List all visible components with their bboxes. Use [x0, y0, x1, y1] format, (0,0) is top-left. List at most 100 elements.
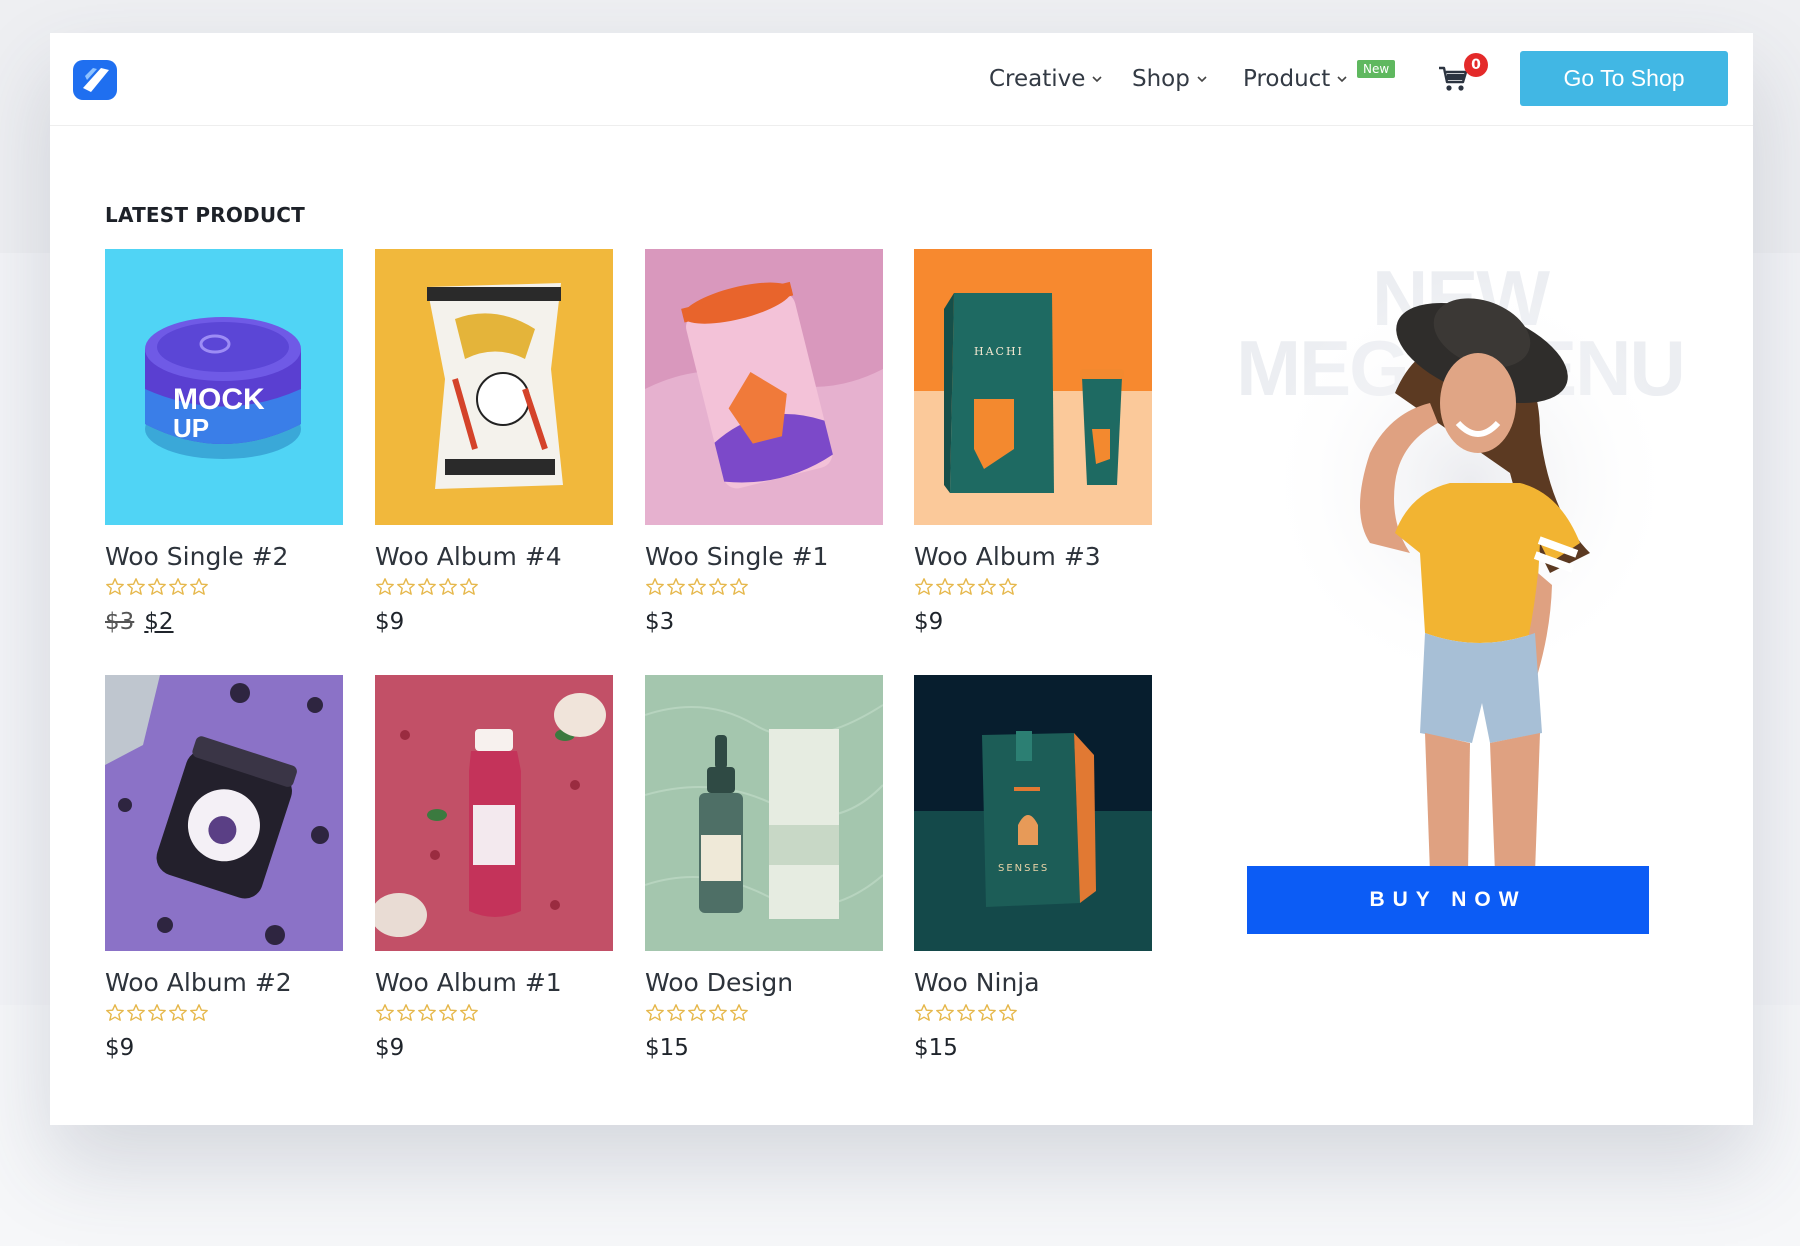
star-icon	[729, 577, 749, 597]
product-price: $3	[645, 609, 883, 635]
product-name[interactable]: Woo Album #3	[914, 542, 1152, 571]
nav-item-label: Shop	[1132, 66, 1190, 92]
star-icon	[666, 577, 686, 597]
product-name[interactable]: Woo Single #2	[105, 542, 343, 571]
star-icon	[645, 1003, 665, 1023]
product-name[interactable]: Woo Album #4	[375, 542, 613, 571]
product-card[interactable]: Woo Album #4 $9	[375, 249, 613, 635]
product-image-pink-tin[interactable]	[645, 249, 883, 525]
star-icon	[147, 1003, 167, 1023]
star-icon	[438, 1003, 458, 1023]
nav-item-product[interactable]: Product	[1243, 61, 1348, 97]
cart-count-badge: 0	[1464, 53, 1488, 77]
product-name[interactable]: Woo Design	[645, 968, 883, 997]
star-rating	[105, 577, 343, 599]
star-icon	[105, 577, 125, 597]
product-name[interactable]: Woo Album #2	[105, 968, 343, 997]
product-name[interactable]: Woo Album #1	[375, 968, 613, 997]
star-icon	[126, 1003, 146, 1023]
product-card[interactable]: Woo Album #1 $9	[375, 675, 613, 1061]
star-icon	[438, 577, 458, 597]
product-card[interactable]: Woo Single #1 $3	[645, 249, 883, 635]
star-icon	[687, 577, 707, 597]
product-name[interactable]: Woo Ninja	[914, 968, 1152, 997]
product-price: $9	[914, 609, 1152, 635]
product-card[interactable]: SENSES Woo Ninja $15	[914, 675, 1152, 1061]
product-price: $9	[375, 609, 613, 635]
chevron-down-icon	[1091, 73, 1103, 85]
star-icon	[126, 577, 146, 597]
product-card[interactable]: MOCK UP Woo Single #2 $3$2	[105, 249, 343, 635]
nav-item-label: Creative	[989, 66, 1085, 92]
nav-item-creative[interactable]: Creative	[989, 61, 1103, 97]
model-photo	[1220, 213, 1700, 873]
star-icon	[459, 1003, 479, 1023]
star-icon	[977, 1003, 997, 1023]
star-icon	[914, 577, 934, 597]
star-rating	[375, 577, 613, 599]
product-price: $15	[914, 1035, 1152, 1061]
product-image-coffee-bag[interactable]: HACHI	[914, 249, 1152, 525]
star-icon	[417, 1003, 437, 1023]
star-icon	[708, 1003, 728, 1023]
star-icon	[977, 577, 997, 597]
go-to-shop-button[interactable]: Go To Shop	[1520, 51, 1728, 106]
product-image-cbd-bottle[interactable]	[645, 675, 883, 951]
svg-text:UP: UP	[173, 413, 209, 443]
product-image-tin-can[interactable]: MOCK UP	[105, 249, 343, 525]
star-rating	[914, 1003, 1152, 1025]
svg-text:MOCK: MOCK	[173, 383, 265, 416]
nav-item-label: Product	[1243, 66, 1330, 92]
star-icon	[147, 577, 167, 597]
star-icon	[459, 577, 479, 597]
star-icon	[914, 1003, 934, 1023]
star-icon	[396, 577, 416, 597]
star-icon	[687, 1003, 707, 1023]
star-icon	[189, 1003, 209, 1023]
star-icon	[375, 1003, 395, 1023]
product-card[interactable]: Woo Album #2 $9	[105, 675, 343, 1061]
star-icon	[168, 577, 188, 597]
star-icon	[105, 1003, 125, 1023]
product-card[interactable]: Woo Design $15	[645, 675, 883, 1061]
header: Creative Shop Product New 0 Go To Shop	[50, 33, 1753, 126]
star-icon	[666, 1003, 686, 1023]
star-icon	[396, 1003, 416, 1023]
star-rating	[105, 1003, 343, 1025]
promo-banner: NEW MEGAMENU	[1220, 213, 1700, 973]
nav-item-shop[interactable]: Shop	[1132, 61, 1208, 97]
star-rating	[914, 577, 1152, 599]
product-image-blackberry-jar[interactable]	[105, 675, 343, 951]
star-icon	[417, 577, 437, 597]
star-icon	[998, 1003, 1018, 1023]
product-image-chips-bag[interactable]	[375, 249, 613, 525]
cart-icon[interactable]	[1438, 65, 1468, 93]
star-icon	[729, 1003, 749, 1023]
old-price: $3	[105, 609, 134, 635]
chevron-down-icon	[1336, 73, 1348, 85]
new-badge: New	[1357, 60, 1395, 78]
star-icon	[708, 577, 728, 597]
product-price: $9	[105, 1035, 343, 1061]
star-icon	[998, 577, 1018, 597]
mega-menu-panel: Creative Shop Product New 0 Go To Shop L…	[50, 33, 1753, 1125]
star-icon	[645, 577, 665, 597]
product-price: $15	[645, 1035, 883, 1061]
product-name[interactable]: Woo Single #1	[645, 542, 883, 571]
section-title: LATEST PRODUCT	[105, 203, 305, 227]
buy-now-button[interactable]: BUY NOW	[1247, 866, 1649, 934]
product-card[interactable]: HACHI Woo Album #3 $9	[914, 249, 1152, 635]
star-icon	[375, 577, 395, 597]
star-icon	[168, 1003, 188, 1023]
star-icon	[956, 1003, 976, 1023]
star-rating	[645, 577, 883, 599]
product-image-juice-bottle[interactable]	[375, 675, 613, 951]
svg-text:HACHI: HACHI	[974, 345, 1024, 358]
product-image-senses-bag[interactable]: SENSES	[914, 675, 1152, 951]
brand-logo-icon[interactable]	[71, 56, 119, 104]
chevron-down-icon	[1196, 73, 1208, 85]
star-icon	[956, 577, 976, 597]
star-rating	[645, 1003, 883, 1025]
product-price: $9	[375, 1035, 613, 1061]
star-icon	[935, 1003, 955, 1023]
